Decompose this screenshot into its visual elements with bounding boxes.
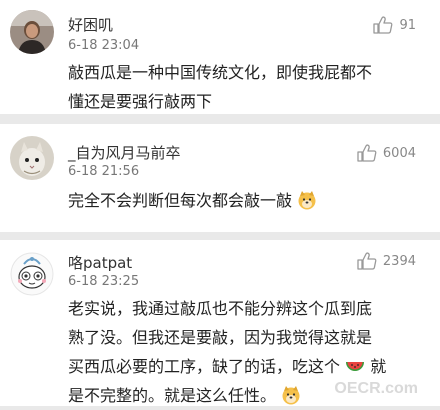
avatar[interactable] bbox=[10, 136, 54, 180]
comment-line: 买西瓜必要的工序，缺了的话，吃这个 bbox=[68, 357, 341, 376]
thumbs-up-icon bbox=[373, 16, 393, 34]
comment-line: 是不完整的。就是这么任性。 bbox=[68, 386, 277, 405]
comment-text: 完全不会判断但每次都会敲一敲 bbox=[68, 186, 422, 215]
thumbs-up-icon bbox=[357, 144, 377, 162]
like-count: 91 bbox=[399, 17, 416, 33]
like-button[interactable]: 6004 bbox=[357, 144, 416, 162]
comment-line: 就 bbox=[370, 357, 387, 376]
like-button[interactable]: 2394 bbox=[357, 252, 416, 270]
comment-line: 熟了没。但我还是要敲，因为我觉得这就是 bbox=[68, 328, 373, 347]
timestamp: 6-18 23:04 bbox=[68, 38, 140, 53]
username[interactable]: 咯patpat bbox=[68, 252, 132, 273]
comment-line-with-emoji: 完全不会判断但每次都会敲一敲 bbox=[68, 186, 422, 215]
comment-text: 敲西瓜是一种中国传统文化，即使我屁都不 懂还是要强行敲两下 bbox=[68, 58, 422, 116]
like-count: 2394 bbox=[382, 253, 416, 269]
username[interactable]: _自为风月马前卒 bbox=[68, 142, 181, 163]
comment-card: _自为风月马前卒 6-18 21:56 6004 完全不会判断但每次都会敲一敲 bbox=[0, 124, 440, 232]
timestamp: 6-18 23:25 bbox=[68, 274, 140, 289]
timestamp: 6-18 21:56 bbox=[68, 164, 140, 179]
watermark: OECR.com bbox=[334, 380, 418, 397]
comment-card: 咯patpat 6-18 23:25 2394 老实说，我通过敲瓜也不能分辨这个… bbox=[0, 240, 440, 406]
comment-line-with-emoji: 买西瓜必要的工序，缺了的话，吃这个 就 bbox=[68, 352, 422, 381]
comment-line: 老实说，我通过敲瓜也不能分辨这个瓜到底 bbox=[68, 299, 373, 318]
like-button[interactable]: 91 bbox=[373, 16, 416, 34]
thumbs-up-icon bbox=[357, 252, 377, 270]
comment-line: 完全不会判断但每次都会敲一敲 bbox=[68, 191, 293, 210]
doge-emoji-icon bbox=[282, 386, 300, 405]
comment-card: 好困叽 6-18 23:04 91 敲西瓜是一种中国传统文化，即使我屁都不 懂还… bbox=[0, 0, 440, 114]
like-count: 6004 bbox=[382, 145, 416, 161]
watermelon-emoji-icon bbox=[346, 362, 365, 371]
username[interactable]: 好困叽 bbox=[68, 14, 113, 35]
avatar[interactable] bbox=[10, 10, 54, 54]
comment-line: 懂还是要强行敲两下 bbox=[68, 92, 213, 111]
comment-line: 敲西瓜是一种中国传统文化，即使我屁都不 bbox=[68, 63, 373, 82]
doge-emoji-icon bbox=[298, 191, 316, 210]
avatar[interactable] bbox=[10, 252, 54, 296]
